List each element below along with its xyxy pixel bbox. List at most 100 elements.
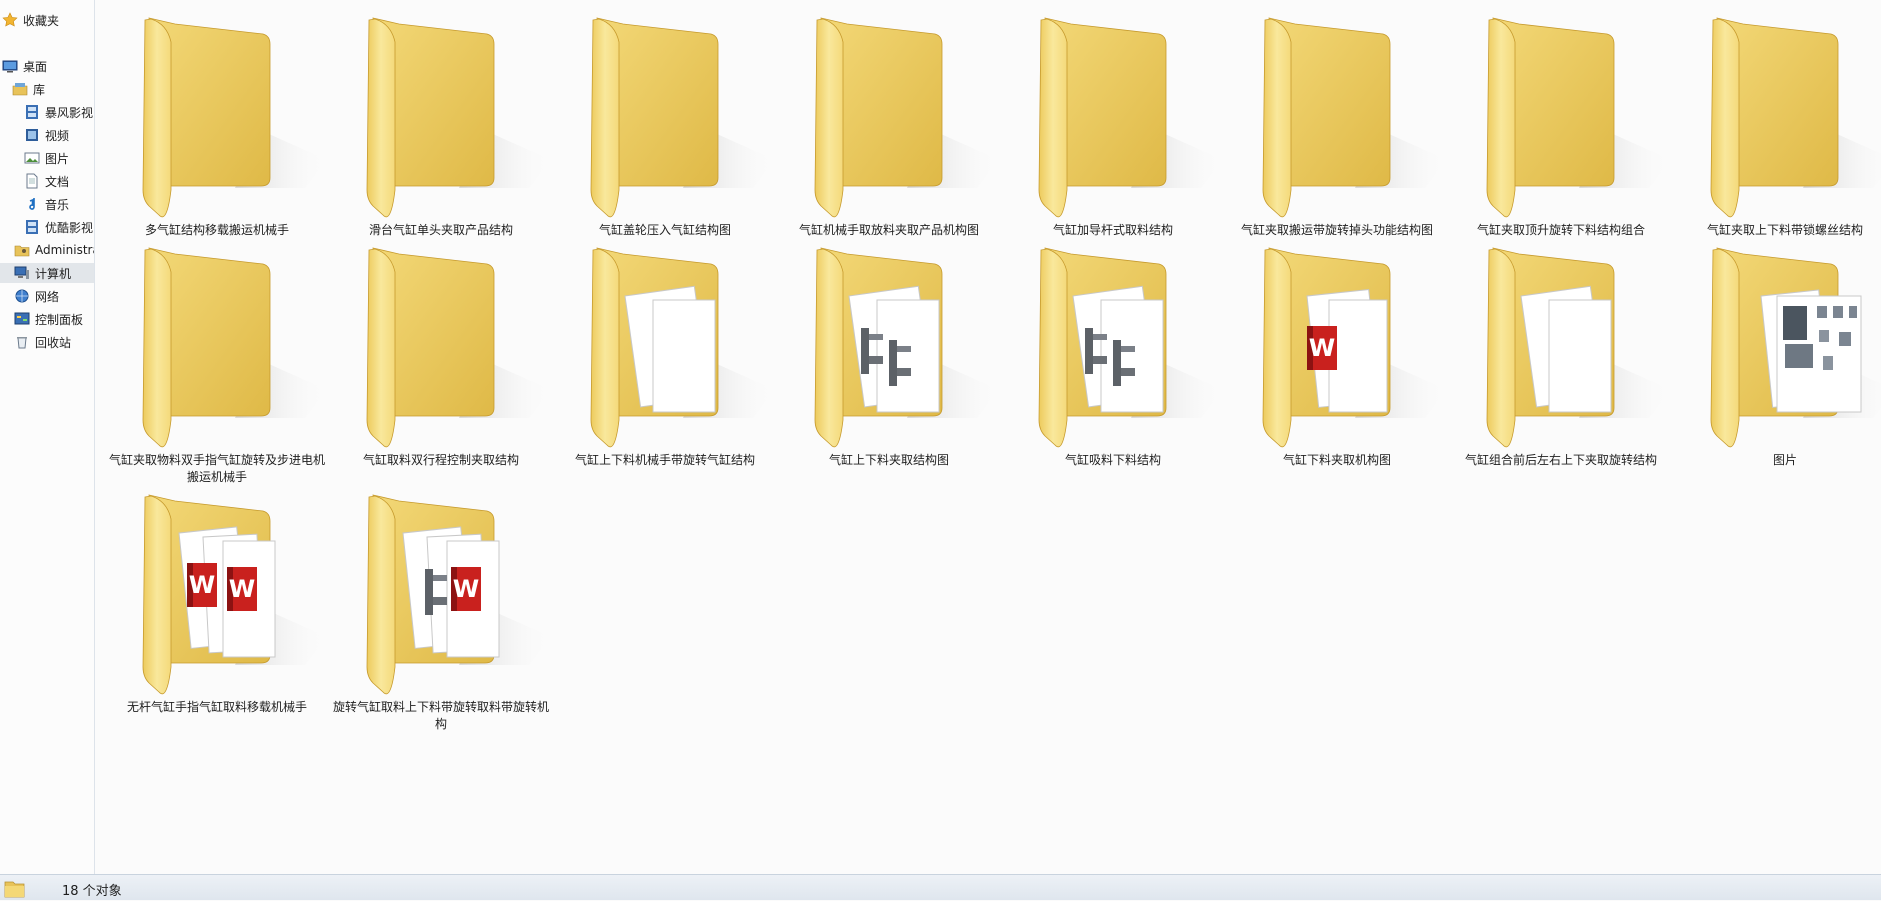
folder-icon — [1001, 10, 1225, 224]
sidebar-item-pictures[interactable]: 图片 — [24, 148, 69, 168]
sidebar-item-computer[interactable]: 计算机 — [0, 263, 94, 283]
svg-text:W: W — [189, 571, 215, 599]
folder-item[interactable]: WW 无杆气缸手指气缸取料移载机械手 — [105, 487, 329, 715]
star-icon — [2, 12, 18, 28]
music-icon — [24, 196, 40, 212]
folder-name: 旋转气缸取料上下料带旋转取料带旋转机构 — [332, 700, 549, 731]
status-bar: 18 个对象 — [0, 874, 1881, 900]
sidebar-item-label: 网络 — [35, 289, 60, 304]
sidebar-item-label: Administrator — [35, 243, 94, 257]
folder-name: 图片 — [1772, 453, 1797, 467]
desktop-icon — [2, 58, 18, 74]
folder-name: 气缸夹取搬运带旋转掉头功能结构图 — [1240, 223, 1433, 237]
folder-item[interactable]: W 旋转气缸取料上下料带旋转取料带旋转机构 — [329, 487, 553, 731]
sidebar-item-library[interactable]: 库 — [12, 79, 45, 99]
sidebar-item-label: 计算机 — [35, 266, 72, 281]
folder-name: 气缸组合前后左右上下夹取旋转结构 — [1464, 453, 1657, 467]
sidebar-item-label: 库 — [33, 82, 46, 97]
recycle-bin-icon — [14, 334, 30, 350]
folder-item[interactable]: 多气缸结构移载搬运机械手 — [105, 10, 329, 238]
folder-item[interactable]: 图片 — [1673, 240, 1881, 468]
folder-name: 多气缸结构移载搬运机械手 — [144, 223, 289, 237]
folder-item[interactable]: 气缸机械手取放料夹取产品机构图 — [777, 10, 1001, 238]
sidebar-item-label: 暴风影视 — [45, 105, 94, 120]
folder-name: 无杆气缸手指气缸取料移载机械手 — [126, 700, 307, 714]
folder-item[interactable]: 气缸组合前后左右上下夹取旋转结构 — [1449, 240, 1673, 468]
folder-icon — [777, 10, 1001, 224]
library-icon — [12, 81, 28, 97]
folder-name: 气缸加导杆式取料结构 — [1052, 223, 1173, 237]
folder-icon — [329, 240, 553, 454]
folder-icon — [1673, 240, 1881, 454]
navigation-pane: 收藏夹桌面库暴风影视视频图片文档音乐优酷影视 Administrator 计算机网络… — [0, 0, 95, 874]
video-library-icon — [24, 104, 40, 120]
folder-name: 气缸机械手取放料夹取产品机构图 — [798, 223, 979, 237]
svg-text:W: W — [1309, 334, 1335, 362]
folder-icon — [777, 240, 1001, 454]
sidebar-item-administrator[interactable]: Administrator — [14, 240, 94, 260]
sidebar-item-baofeng-video[interactable]: 暴风影视 — [24, 102, 93, 122]
sidebar-item-label: 桌面 — [23, 59, 48, 74]
folder-icon — [1673, 10, 1881, 224]
folder-icon — [1449, 10, 1673, 224]
folder-item[interactable]: 气缸取料双行程控制夹取结构 — [329, 240, 553, 468]
folder-item[interactable]: 滑台气缸单头夹取产品结构 — [329, 10, 553, 238]
document-icon — [24, 173, 40, 189]
folder-item[interactable]: 气缸上下料机械手带旋转气缸结构 — [553, 240, 777, 468]
sidebar-item-control-panel[interactable]: 控制面板 — [14, 309, 83, 329]
folder-item[interactable]: 气缸上下料夹取结构图 — [777, 240, 1001, 468]
computer-icon — [14, 265, 30, 281]
network-icon — [14, 288, 30, 304]
sidebar-item-label: 收藏夹 — [23, 13, 60, 28]
folder-icon — [1001, 240, 1225, 454]
sidebar-item-label: 图片 — [45, 151, 70, 166]
sidebar-item-label: 回收站 — [35, 335, 72, 350]
folder-name: 气缸上下料夹取结构图 — [828, 453, 949, 467]
folder-name: 气缸夹取物料双手指气缸旋转及步进电机搬运机械手 — [108, 453, 325, 484]
folder-icon — [553, 10, 777, 224]
sidebar-item-label: 音乐 — [45, 197, 70, 212]
object-count: 18 个对象 — [62, 884, 122, 899]
video-library-icon — [24, 219, 40, 235]
folder-name: 气缸上下料机械手带旋转气缸结构 — [574, 453, 755, 467]
picture-icon — [24, 150, 40, 166]
sidebar-item-videos[interactable]: 视频 — [24, 125, 69, 145]
folder-name: 气缸吸料下料结构 — [1064, 453, 1161, 467]
folder-item[interactable]: 气缸盖轮压入气缸结构图 — [553, 10, 777, 238]
sidebar-item-music[interactable]: 音乐 — [24, 194, 69, 214]
folder-icon — [4, 878, 26, 898]
folder-name: 气缸取料双行程控制夹取结构 — [362, 453, 519, 467]
sidebar-item-youku-video[interactable]: 优酷影视 — [24, 217, 93, 237]
user-folder-icon — [14, 242, 30, 258]
folder-item[interactable]: 气缸夹取上下料带锁螺丝结构 — [1673, 10, 1881, 238]
folder-name: 气缸盖轮压入气缸结构图 — [598, 223, 731, 237]
folder-view: 多气缸结构移载搬运机械手 滑台气缸单头夹取产品结构 气缸盖轮压入气缸结构图 气缸… — [95, 0, 1881, 874]
sidebar-item-desktop[interactable]: 桌面 — [2, 56, 47, 76]
sidebar-item-label: 视频 — [45, 128, 70, 143]
folder-name: 气缸夹取上下料带锁螺丝结构 — [1706, 223, 1863, 237]
folder-icon — [553, 240, 777, 454]
folder-name: 气缸下料夹取机构图 — [1282, 453, 1391, 467]
folder-item[interactable]: 气缸夹取顶升旋转下料结构组合 — [1449, 10, 1673, 238]
sidebar-item-favorites[interactable]: 收藏夹 — [2, 10, 59, 30]
folder-icon: W — [329, 487, 553, 701]
control-panel-icon — [14, 311, 30, 327]
sidebar-item-recycle-bin[interactable]: 回收站 — [14, 332, 71, 352]
folder-icon — [105, 240, 329, 454]
folder-icon: WW — [105, 487, 329, 701]
folder-icon — [1449, 240, 1673, 454]
folder-item[interactable]: 气缸吸料下料结构 — [1001, 240, 1225, 468]
folder-name: 滑台气缸单头夹取产品结构 — [368, 223, 513, 237]
folder-name: 气缸夹取顶升旋转下料结构组合 — [1476, 223, 1645, 237]
sidebar-item-label: 控制面板 — [35, 312, 84, 327]
sidebar-item-documents[interactable]: 文档 — [24, 171, 69, 191]
folder-item[interactable]: W 气缸下料夹取机构图 — [1225, 240, 1449, 468]
sidebar-item-network[interactable]: 网络 — [14, 286, 59, 306]
folder-item[interactable]: 气缸加导杆式取料结构 — [1001, 10, 1225, 238]
folder-icon — [105, 10, 329, 224]
folder-item[interactable]: 气缸夹取搬运带旋转掉头功能结构图 — [1225, 10, 1449, 238]
sidebar-item-label: 优酷影视 — [45, 220, 94, 235]
folder-item[interactable]: 气缸夹取物料双手指气缸旋转及步进电机搬运机械手 — [105, 240, 329, 484]
sidebar-item-label: 文档 — [45, 174, 70, 189]
svg-text:W: W — [453, 575, 479, 603]
